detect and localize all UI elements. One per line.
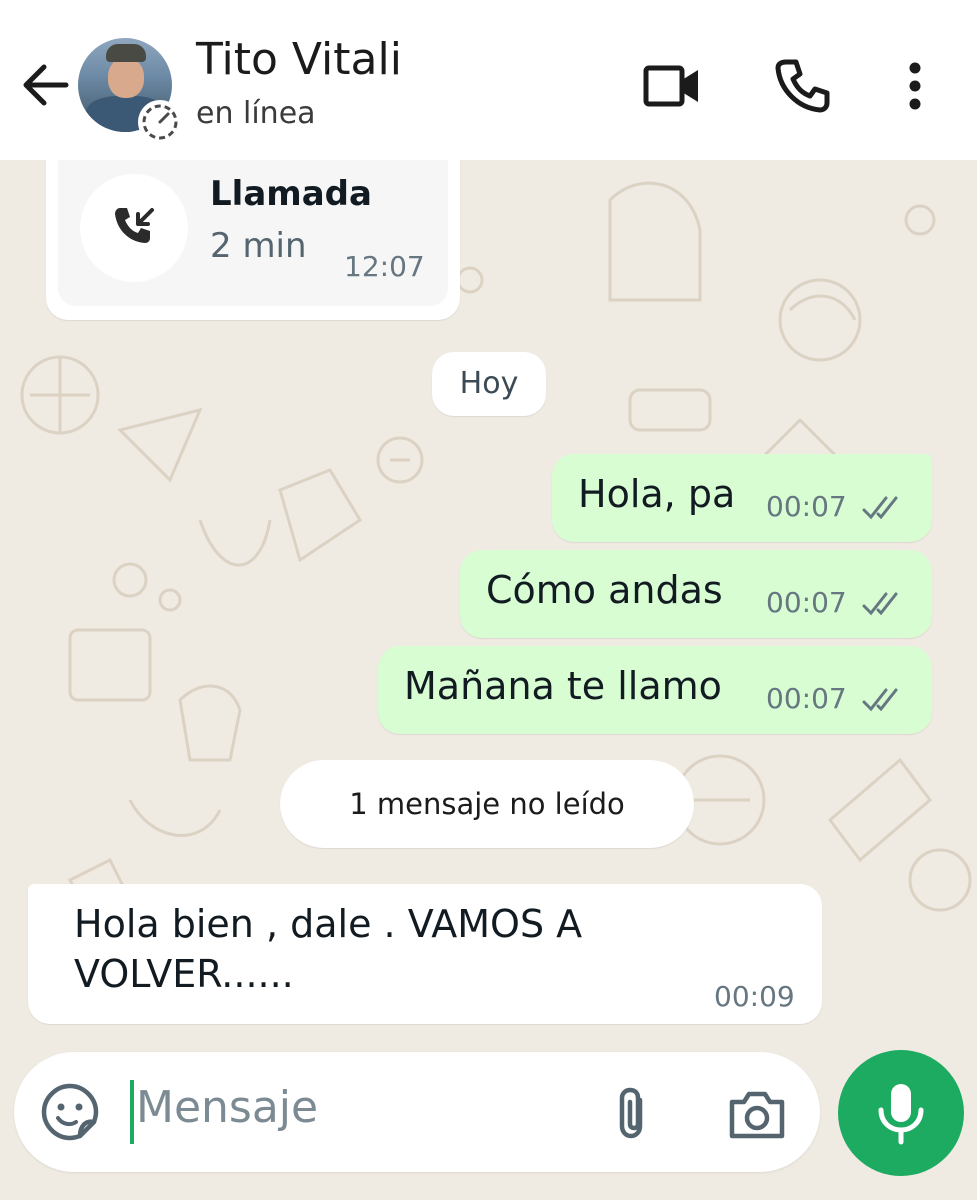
attach-icon[interactable] — [610, 1086, 660, 1142]
message-text-line1: Hola bien , dale . VAMOS A — [74, 902, 583, 946]
message-time: 00:09 — [714, 980, 795, 1013]
incoming-message[interactable]: Hola bien , dale . VAMOS A VOLVER...... … — [28, 884, 822, 1024]
call-card[interactable]: Llamada 2 min 12:07 — [58, 160, 448, 306]
contact-name[interactable]: Tito Vitali — [196, 34, 402, 85]
unread-divider: 1 mensaje no leído — [280, 760, 694, 848]
contact-status: en línea — [196, 96, 316, 131]
read-checkmarks-icon — [862, 688, 898, 712]
outgoing-message[interactable]: Hola, pa 00:07 — [552, 454, 932, 542]
phone-icon[interactable] — [772, 56, 832, 116]
call-time: 12:07 — [344, 250, 425, 283]
call-title: Llamada — [210, 174, 372, 214]
outgoing-message[interactable]: Cómo andas 00:07 — [460, 550, 932, 638]
message-text-line2: VOLVER...... — [74, 952, 294, 996]
text-cursor — [130, 1080, 134, 1144]
incoming-call-icon-circle — [80, 174, 188, 282]
more-vert-icon[interactable] — [890, 56, 940, 116]
camera-icon[interactable] — [726, 1086, 788, 1142]
call-message-bubble[interactable]: Llamada 2 min 12:07 — [46, 160, 460, 320]
voice-record-button[interactable] — [838, 1050, 964, 1176]
message-text: Mañana te llamo — [404, 664, 722, 708]
sticker-emoji-icon[interactable] — [40, 1082, 100, 1142]
message-text: Cómo andas — [486, 568, 723, 612]
date-divider: Hoy — [432, 352, 546, 416]
message-input[interactable]: Mensaje — [136, 1082, 318, 1133]
chat-area[interactable]: Llamada 2 min 12:07 Hoy Hola, pa 00:07 C… — [0, 160, 977, 1200]
video-call-icon[interactable] — [642, 56, 702, 116]
microphone-icon — [878, 1084, 924, 1145]
call-duration: 2 min — [210, 226, 307, 266]
message-time: 00:07 — [766, 490, 847, 523]
read-checkmarks-icon — [862, 592, 898, 616]
read-checkmarks-icon — [862, 496, 898, 520]
disappearing-timer-icon — [138, 100, 182, 144]
back-arrow-icon[interactable] — [18, 58, 72, 112]
message-time: 00:07 — [766, 682, 847, 715]
chat-header: Tito Vitali en línea — [0, 0, 977, 160]
message-text: Hola, pa — [578, 472, 736, 516]
outgoing-message[interactable]: Mañana te llamo 00:07 — [378, 646, 932, 734]
incoming-call-icon — [115, 208, 154, 243]
message-composer[interactable]: Mensaje — [14, 1052, 820, 1172]
message-time: 00:07 — [766, 586, 847, 619]
